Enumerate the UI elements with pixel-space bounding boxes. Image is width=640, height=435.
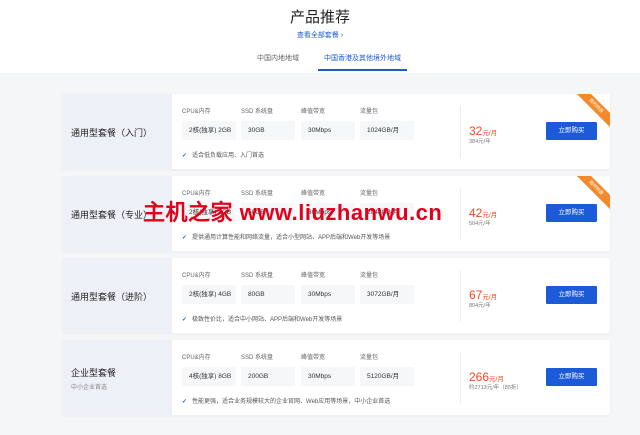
spec-label-cpu: CPU&内存 (182, 273, 211, 279)
plan-card-enterprise: 企业型套餐 中小企业首选 CPU&内存 SSD 系统盘 峰值带宽 流量包 4核(… (62, 340, 610, 415)
divider (460, 188, 461, 240)
spec-cpu-value: 4核(独享) 8GB (182, 367, 236, 386)
price-number: 67 (469, 288, 483, 302)
region-tabs: 中国内地地域 中国香港及其他境外地域 (0, 53, 640, 73)
check-icon: ✓ (182, 153, 188, 159)
check-icon: ✓ (182, 317, 188, 323)
tab-hongkong-overseas[interactable]: 中国香港及其他境外地域 (318, 53, 407, 71)
tab-mainland[interactable]: 中国内地地域 (257, 53, 299, 69)
spec-label-bandwidth: 峰值带宽 (301, 109, 326, 115)
spec-traffic-value: 5120GB/月 (360, 367, 414, 386)
plan-feature: ✓ 提供通用计算性能和网络流量，适合小型网站、APP后端和Web开发等场景 (182, 232, 390, 241)
spec-label-cpu: CPU&内存 (182, 109, 211, 115)
plan-name: 通用型套餐（入门） (71, 128, 153, 138)
page-title: 产品推荐 (289, 9, 350, 26)
price-unit: 元/月 (482, 212, 498, 219)
buy-now-button[interactable]: 立即购买 (546, 122, 597, 140)
plan-feature-text: 极致性价比，适合中小网站、APP后端和Web开发等场景 (192, 317, 343, 323)
spec-disk-value: 200GB (241, 367, 295, 386)
plan-feature-text: 适合低负载应用、入门首选 (192, 153, 265, 159)
spec-label-disk: SSD 系统盘 (241, 109, 274, 115)
divider (460, 352, 461, 404)
plan-card-advanced: 通用型套餐（进阶） CPU&内存 SSD 系统盘 峰值带宽 流量包 2核(独享)… (62, 258, 610, 333)
view-all-link[interactable]: 查看全部套餐 › (0, 30, 640, 40)
plan-feature-text: 性能更强，适合业务规模较大的企业官网、Web应用等场景，中小企业首选 (192, 399, 391, 405)
spec-label-traffic: 流量包 (360, 109, 379, 115)
price-number: 32 (469, 124, 483, 138)
chevron-right-icon: › (340, 32, 344, 39)
spec-label-cpu: CPU&内存 (182, 355, 211, 361)
spec-label-disk: SSD 系统盘 (241, 355, 274, 361)
header-section: 产品推荐 查看全部套餐 › 中国内地地域 中国香港及其他境外地域 (0, 0, 640, 73)
watermark-text: 主机之家 www.liuzhanwu.cn (143, 200, 443, 225)
check-icon: ✓ (182, 235, 188, 241)
spec-label-traffic: 流量包 (360, 273, 379, 279)
check-icon: ✓ (182, 399, 188, 405)
plan-yearly-price: 504元/年 (469, 221, 491, 227)
price-unit: 元/月 (482, 294, 498, 301)
spec-cpu-value: 2核(独享) 2GB (182, 121, 236, 140)
spec-traffic-value: 3072GB/月 (360, 285, 414, 304)
spec-bandwidth-value: 30Mbps (301, 121, 355, 140)
price-number: 266 (469, 370, 490, 384)
tab-hongkong-overseas-label: 中国香港及其他境外地域 (324, 55, 401, 62)
buy-now-button[interactable]: 立即购买 (546, 204, 597, 222)
plan-name: 通用型套餐（专业） (71, 210, 153, 220)
price-unit: 元/月 (482, 130, 498, 137)
plan-subtitle: 中小企业首选 (71, 385, 108, 391)
buy-now-button[interactable]: 立即购买 (546, 286, 597, 304)
plan-feature: ✓ 适合低负载应用、入门首选 (182, 150, 264, 159)
buy-now-button[interactable]: 立即购买 (546, 368, 597, 386)
spec-label-bandwidth: 峰值带宽 (301, 355, 326, 361)
plan-yearly-price: 约2713元/年（85折） (469, 385, 522, 391)
spec-label-bandwidth: 峰值带宽 (301, 273, 326, 279)
view-all-label: 查看全部套餐 (296, 32, 339, 39)
plan-name: 通用型套餐（进阶） (71, 292, 153, 302)
price-unit: 元/月 (489, 376, 504, 383)
plan-feature: ✓ 极致性价比，适合中小网站、APP后端和Web开发等场景 (182, 314, 342, 323)
spec-disk-value: 30GB (241, 121, 295, 140)
spec-bandwidth-value: 30Mbps (301, 285, 355, 304)
price-number: 42 (469, 206, 483, 220)
plan-feature: ✓ 性能更强，适合业务规模较大的企业官网、Web应用等场景，中小企业首选 (182, 396, 390, 405)
plan-card-starter: 通用型套餐（入门） CPU&内存 SSD 系统盘 峰值带宽 流量包 2核(独享)… (62, 94, 610, 169)
spec-disk-value: 80GB (241, 285, 295, 304)
plan-yearly-price: 804元/年 (469, 303, 491, 309)
spec-bandwidth-value: 30Mbps (301, 367, 355, 386)
spec-label-traffic: 流量包 (360, 355, 379, 361)
divider (460, 270, 461, 322)
divider (460, 106, 461, 158)
spec-cpu-value: 2核(独享) 4GB (182, 285, 236, 304)
plan-feature-text: 提供通用计算性能和网络流量，适合小型网站、APP后端和Web开发等场景 (192, 235, 391, 241)
active-tab-indicator (318, 69, 407, 71)
spec-label-disk: SSD 系统盘 (241, 273, 274, 279)
plan-name: 企业型套餐 (71, 368, 117, 378)
spec-traffic-value: 1024GB/月 (360, 121, 414, 140)
plan-yearly-price: 384元/年 (469, 139, 491, 145)
